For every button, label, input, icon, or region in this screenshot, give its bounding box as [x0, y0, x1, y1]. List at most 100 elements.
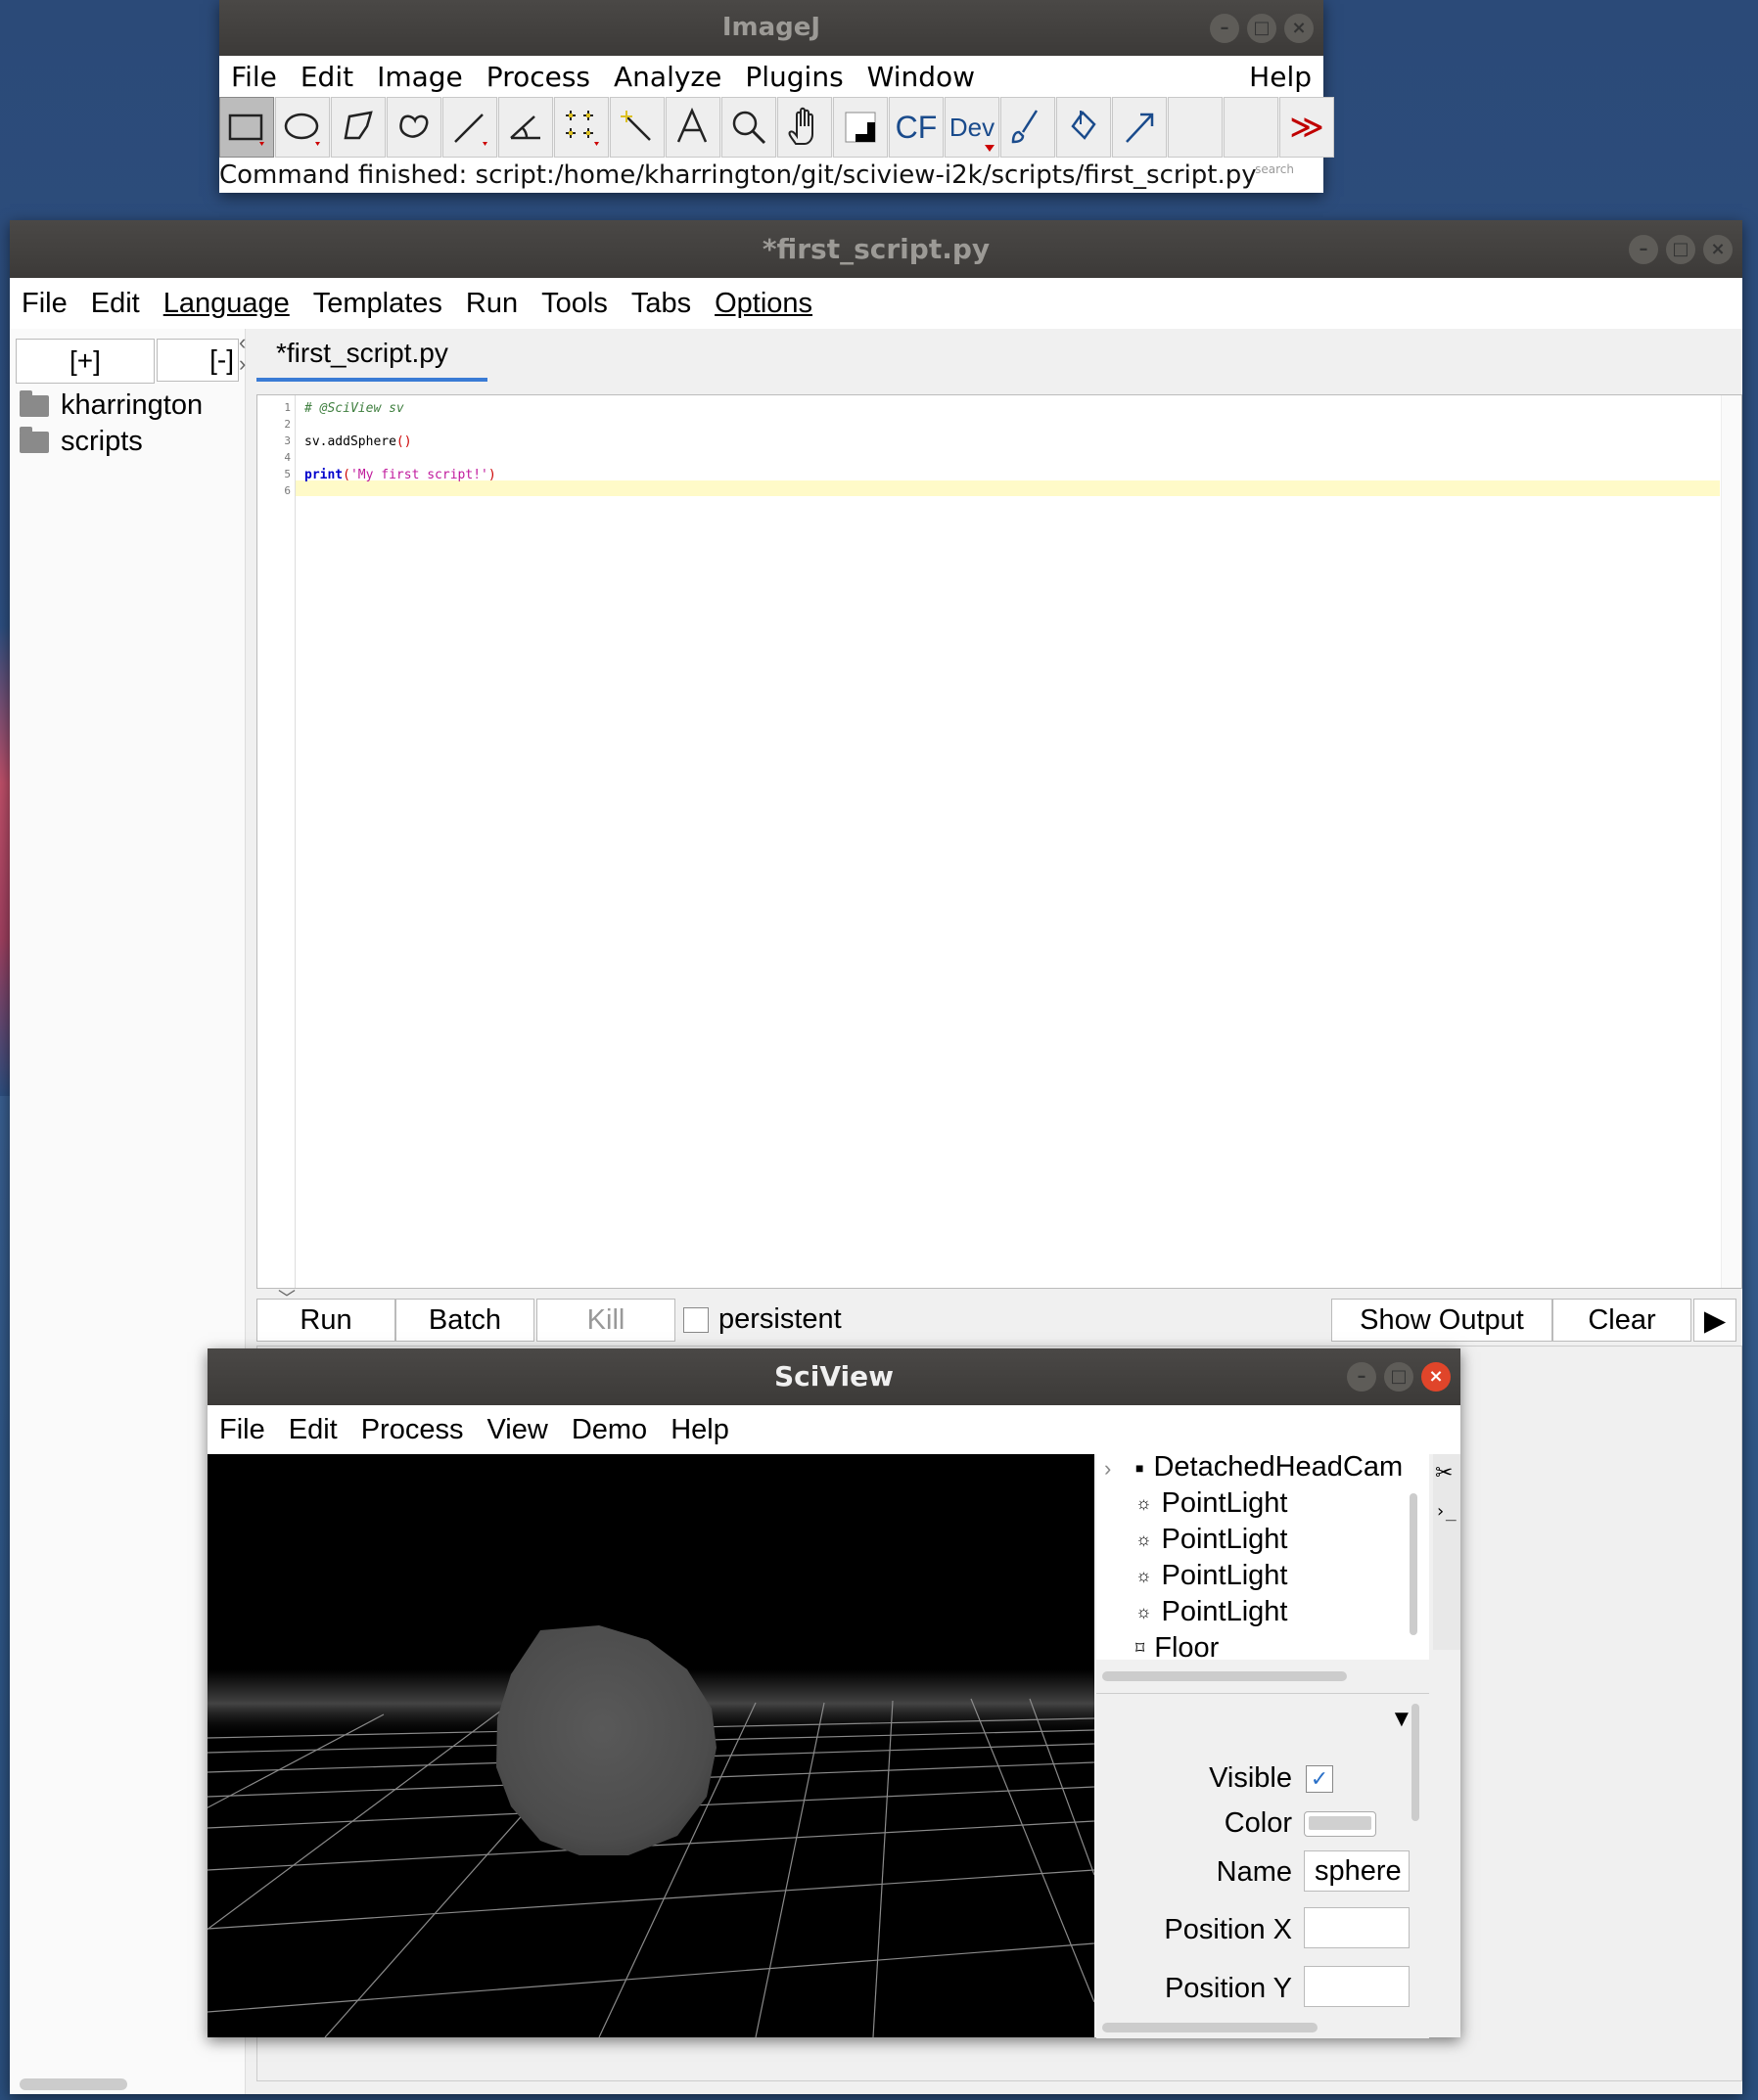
tools-icon[interactable]: ✂: [1435, 1460, 1453, 1485]
arrow-tool[interactable]: [1112, 97, 1167, 158]
line-tool[interactable]: [442, 97, 497, 158]
hand-tool[interactable]: [777, 97, 832, 158]
paintbrush-tool[interactable]: [1000, 97, 1055, 158]
menu-file[interactable]: File: [219, 61, 289, 93]
properties-hscrollbar[interactable]: [1102, 2023, 1318, 2032]
menu-demo[interactable]: Demo: [560, 1414, 659, 1446]
split-arrows-icon[interactable]: ‹ ›: [239, 332, 246, 375]
position-x-field[interactable]: [1304, 1907, 1410, 1948]
scene-node[interactable]: ■ DetachedHeadCam: [1135, 1451, 1403, 1484]
menu-language[interactable]: Language: [152, 288, 301, 320]
menu-templates[interactable]: Templates: [301, 288, 454, 320]
menu-help[interactable]: Help: [659, 1414, 741, 1446]
menu-image[interactable]: Image: [365, 61, 475, 93]
minimize-icon[interactable]: –: [1210, 13, 1239, 43]
menu-process[interactable]: Process: [475, 61, 602, 93]
node-label: PointLight: [1161, 1560, 1288, 1591]
menu-window[interactable]: Window: [856, 61, 987, 93]
tree-item-kharrington[interactable]: kharrington: [20, 389, 203, 422]
scene-node[interactable]: ⌑ Floor: [1135, 1632, 1219, 1665]
3d-viewport[interactable]: [208, 1454, 1094, 2037]
menu-options[interactable]: Options: [703, 288, 824, 320]
search-hint[interactable]: search: [1255, 158, 1294, 187]
close-icon[interactable]: ×: [1284, 13, 1314, 43]
arrow-icon: [1126, 113, 1154, 143]
angle-tool[interactable]: [498, 97, 553, 158]
minimize-icon[interactable]: –: [1347, 1362, 1376, 1392]
dev-tool[interactable]: Dev: [945, 97, 999, 158]
color-swatch[interactable]: [1304, 1811, 1376, 1837]
line-number: 5: [284, 468, 291, 480]
menu-help[interactable]: Help: [1237, 61, 1323, 93]
tree-hscrollbar[interactable]: [1102, 1671, 1347, 1681]
editor-title: *first_script.py: [762, 233, 991, 265]
scene-node[interactable]: ☼ PointLight: [1135, 1596, 1288, 1628]
menu-file[interactable]: File: [10, 288, 79, 320]
maximize-icon[interactable]: □: [1666, 234, 1695, 264]
rectangle-tool[interactable]: [219, 97, 274, 158]
collapse-properties-icon[interactable]: ▼: [1390, 1706, 1413, 1733]
wand-tool[interactable]: [610, 97, 665, 158]
tree-vscrollbar[interactable]: [1410, 1493, 1417, 1635]
tab-first-script[interactable]: *first_script.py: [256, 329, 487, 382]
menu-tabs[interactable]: Tabs: [620, 288, 703, 320]
persistent-checkbox[interactable]: [683, 1306, 709, 1333]
freehand-tool[interactable]: [387, 97, 441, 158]
menu-edit[interactable]: Edit: [79, 288, 152, 320]
expand-output-icon[interactable]: ▶: [1693, 1299, 1736, 1342]
batch-button[interactable]: Batch: [395, 1299, 534, 1342]
maximize-icon[interactable]: □: [1247, 13, 1276, 43]
close-icon[interactable]: ×: [1703, 234, 1733, 264]
text-tool[interactable]: [666, 97, 720, 158]
position-y-field[interactable]: [1304, 1966, 1410, 2007]
name-field[interactable]: sphere: [1304, 1850, 1410, 1892]
polygon-tool[interactable]: [331, 97, 386, 158]
menu-edit[interactable]: Edit: [289, 61, 365, 93]
oval-tool[interactable]: [275, 97, 330, 158]
menu-tools[interactable]: Tools: [530, 288, 620, 320]
sidebar-hscrollbar[interactable]: [20, 2078, 127, 2090]
fill-tool[interactable]: [1056, 97, 1111, 158]
scene-node[interactable]: ☼ PointLight: [1135, 1487, 1288, 1520]
kill-button[interactable]: Kill: [536, 1299, 675, 1342]
scene-node[interactable]: ☼ PointLight: [1135, 1560, 1288, 1592]
menu-process[interactable]: Process: [349, 1414, 476, 1446]
line-number: 2: [284, 418, 291, 431]
menu-view[interactable]: View: [475, 1414, 559, 1446]
console-icon[interactable]: ›_: [1435, 1501, 1457, 1522]
menu-analyze[interactable]: Analyze: [602, 61, 733, 93]
menu-run[interactable]: Run: [454, 288, 530, 320]
more-tools-button[interactable]: ≫: [1279, 97, 1334, 158]
scene-node[interactable]: ☼ PointLight: [1135, 1524, 1288, 1556]
sciview-title: SciView: [774, 1360, 894, 1392]
maximize-icon[interactable]: □: [1384, 1362, 1413, 1392]
clear-button[interactable]: Clear: [1552, 1299, 1691, 1342]
code-editor[interactable]: 1 2 3 4 5 6 # @SciView sv sv.addSphere()…: [256, 394, 1742, 1289]
color-picker-tool[interactable]: [833, 97, 888, 158]
run-button[interactable]: Run: [256, 1299, 395, 1342]
collapse-all-button[interactable]: [-]: [157, 339, 239, 382]
visible-checkbox[interactable]: ✓: [1306, 1765, 1333, 1793]
line-number: 4: [284, 451, 291, 464]
menu-file[interactable]: File: [208, 1414, 277, 1446]
persistent-toggle[interactable]: persistent: [683, 1303, 842, 1336]
node-label: PointLight: [1161, 1487, 1288, 1519]
show-output-button[interactable]: Show Output: [1331, 1299, 1552, 1342]
scene-render: [208, 1454, 1094, 2037]
tree-item-scripts[interactable]: scripts: [20, 426, 143, 458]
cf-label: CF: [895, 109, 938, 145]
menu-edit[interactable]: Edit: [277, 1414, 349, 1446]
minimize-icon[interactable]: –: [1629, 234, 1658, 264]
freehand-icon: [399, 114, 429, 138]
cf-tool[interactable]: CF: [889, 97, 944, 158]
multipoint-tool[interactable]: [554, 97, 609, 158]
zoom-tool[interactable]: [721, 97, 776, 158]
properties-vscrollbar[interactable]: [1411, 1704, 1419, 1821]
expand-all-button[interactable]: [+]: [16, 339, 155, 384]
expand-chevron-icon[interactable]: ›: [1104, 1456, 1111, 1482]
close-icon[interactable]: ×: [1421, 1362, 1451, 1392]
scene-tree: › ■ DetachedHeadCam ☼ PointLight ☼ Point…: [1096, 1451, 1429, 1681]
code-paren: (: [343, 468, 350, 482]
menu-plugins[interactable]: Plugins: [733, 61, 855, 93]
editor-vscrollbar[interactable]: [1721, 395, 1741, 1288]
